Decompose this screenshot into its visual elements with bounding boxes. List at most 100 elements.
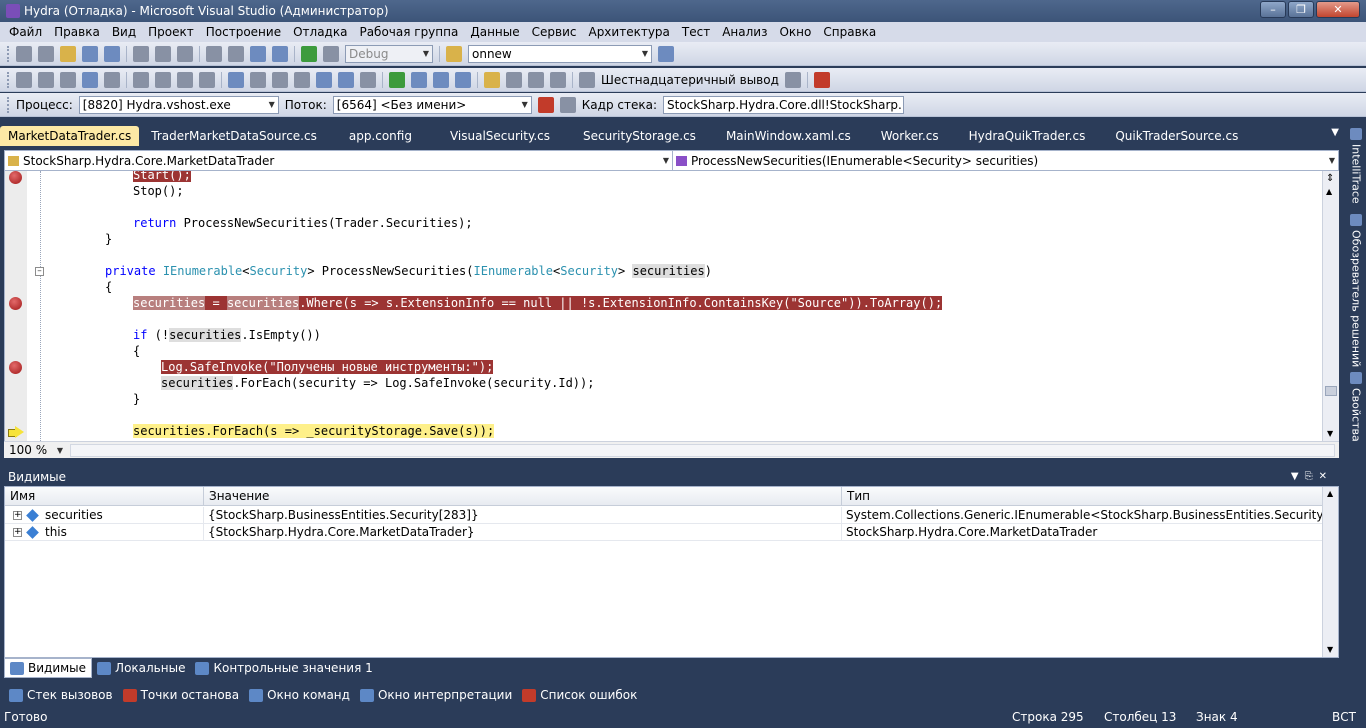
attach-icon[interactable]	[323, 45, 339, 62]
pin-icon[interactable]: ⎘	[1305, 471, 1319, 482]
save-icon[interactable]	[82, 45, 98, 62]
tab-command-window[interactable]: Окно команд	[244, 685, 355, 705]
flag-thread-icon[interactable]	[537, 96, 554, 113]
scroll-up-icon[interactable]: ▲	[1326, 187, 1332, 196]
tab-breakpoints[interactable]: Точки останова	[118, 685, 245, 705]
increase-indent-icon[interactable]	[155, 71, 171, 88]
menu-edit[interactable]: Правка	[48, 25, 106, 39]
solution-explorer-icon[interactable]	[658, 45, 674, 62]
table-row[interactable]: + securities {StockSharp.BusinessEntities…	[5, 507, 1323, 524]
clear-bookmarks-icon[interactable]	[338, 71, 354, 88]
collapse-toggle-icon[interactable]: –	[35, 267, 44, 276]
tab-quiktradersource[interactable]: QuikTraderSource.cs	[1100, 126, 1253, 146]
save-all-icon[interactable]	[104, 45, 120, 62]
font-icon[interactable]	[82, 71, 98, 88]
hex-display-label[interactable]: Шестнадцатеричный вывод	[601, 73, 779, 87]
tab-marketdatatrader[interactable]: MarketDataTrader.cs	[0, 126, 140, 146]
tab-watch-1[interactable]: Контрольные значения 1	[190, 658, 377, 678]
next-bookmark-folder-icon[interactable]	[316, 71, 332, 88]
object-browser-icon[interactable]	[38, 71, 54, 88]
window-position-icon[interactable]: ▼	[1291, 471, 1305, 482]
comment-icon[interactable]	[177, 71, 193, 88]
scroll-thumb[interactable]	[1325, 386, 1337, 396]
new-project-icon[interactable]	[16, 45, 32, 62]
process-select[interactable]: [8820] Hydra.vshost.exe ▼	[78, 95, 279, 114]
menu-debug[interactable]: Отладка	[287, 25, 353, 39]
editor-horizontal-scrollbar[interactable]	[70, 443, 1335, 457]
menu-window[interactable]: Окно	[773, 25, 817, 39]
find-in-files-icon[interactable]	[446, 45, 462, 62]
dock-tab-solution-explorer[interactable]: Обозреватель решений	[1348, 214, 1364, 367]
table-row[interactable]: + this {StockSharp.Hydra.Core.MarketDataT…	[5, 524, 1323, 541]
editor-vertical-scrollbar[interactable]: ⇕ ▲ ▼	[1322, 171, 1339, 441]
col-name[interactable]: Имя	[5, 487, 204, 506]
stop-debugging-icon[interactable]	[433, 71, 449, 88]
menu-file[interactable]: Файл	[3, 25, 48, 39]
bookmark-icon[interactable]	[228, 71, 244, 88]
col-type[interactable]: Тип	[842, 487, 1323, 506]
class-view-icon[interactable]	[16, 71, 32, 88]
member-select[interactable]: ProcessNewSecurities(IEnumerable<Securit…	[673, 151, 1338, 170]
menu-build[interactable]: Построение	[200, 25, 287, 39]
scroll-down-icon[interactable]: ▼	[1327, 429, 1333, 438]
close-button[interactable]: ✕	[1316, 1, 1360, 18]
minimize-button[interactable]: –	[1260, 1, 1286, 18]
break-all-icon[interactable]	[411, 71, 427, 88]
breakpoints-icon[interactable]	[813, 71, 830, 88]
tab-locals[interactable]: Локальные	[92, 658, 190, 678]
open-folder-icon[interactable]	[60, 45, 76, 62]
show-next-statement-icon[interactable]	[484, 71, 500, 88]
menu-test[interactable]: Тест	[676, 25, 716, 39]
next-bookmark-icon[interactable]	[272, 71, 288, 88]
tab-visualsecurity[interactable]: VisualSecurity.cs	[432, 126, 568, 146]
grid-vertical-scrollbar[interactable]: ▲ ▼	[1322, 487, 1338, 657]
redo-icon[interactable]	[228, 45, 244, 62]
panel-close-icon[interactable]: ✕	[1319, 471, 1333, 482]
code-editor[interactable]: – Start(); Stop(); return ProcessNewSecu…	[4, 171, 1339, 441]
menu-project[interactable]: Проект	[142, 25, 200, 39]
tab-securitystorage[interactable]: SecurityStorage.cs	[568, 126, 711, 146]
step-into-icon[interactable]	[506, 71, 522, 88]
tab-autos[interactable]: Видимые	[4, 658, 93, 678]
var-value[interactable]: {StockSharp.BusinessEntities.Security[28…	[204, 507, 842, 524]
prev-bookmark-folder-icon[interactable]	[294, 71, 310, 88]
tab-list-icon[interactable]: ▼	[1331, 127, 1339, 138]
stack-frame-select[interactable]: StockSharp.Hydra.Core.dll!StockSharp.Hyd…	[663, 95, 904, 114]
decrease-indent-icon[interactable]	[133, 71, 149, 88]
breakpoint-icon[interactable]	[9, 297, 22, 310]
expand-icon[interactable]: +	[13, 528, 22, 537]
type-select[interactable]: StockSharp.Hydra.Core.MarketDataTrader ▼	[5, 151, 673, 170]
options-icon[interactable]	[360, 71, 376, 88]
tab-tradermarketdatasource[interactable]: TraderMarketDataSource.cs	[139, 126, 329, 146]
tab-worker[interactable]: Worker.cs	[866, 126, 954, 146]
menu-analyze[interactable]: Анализ	[716, 25, 773, 39]
menu-architecture[interactable]: Архитектура	[582, 25, 675, 39]
tab-mainwindow[interactable]: MainWindow.xaml.cs	[711, 126, 866, 146]
zoom-select[interactable]: 100 % ▼	[6, 442, 66, 458]
menu-help[interactable]: Справка	[817, 25, 882, 39]
menu-team[interactable]: Рабочая группа	[353, 25, 464, 39]
tab-immediate-window[interactable]: Окно интерпретации	[355, 685, 517, 705]
tool-icon[interactable]	[60, 71, 76, 88]
show-flagged-threads-icon[interactable]	[559, 96, 576, 113]
var-value[interactable]: {StockSharp.Hydra.Core.MarketDataTrader}	[204, 524, 842, 541]
scroll-up-icon[interactable]: ▲	[1327, 489, 1333, 498]
threads-icon[interactable]	[784, 71, 801, 88]
prev-bookmark-icon[interactable]	[250, 71, 266, 88]
navigate-forward-icon[interactable]	[272, 45, 288, 62]
paste-icon[interactable]	[177, 45, 193, 62]
undo-icon[interactable]	[206, 45, 222, 62]
restart-icon[interactable]	[455, 71, 471, 88]
restore-button[interactable]: ❐	[1288, 1, 1314, 18]
add-item-icon[interactable]	[38, 45, 54, 62]
quick-watch-icon[interactable]	[579, 71, 595, 88]
navigate-backward-icon[interactable]	[250, 45, 266, 62]
start-debugging-icon[interactable]	[301, 45, 317, 62]
uncomment-icon[interactable]	[199, 71, 215, 88]
thread-select[interactable]: [6564] <Без имени> ▼	[332, 95, 532, 114]
step-out-icon[interactable]	[550, 71, 566, 88]
list-members-icon[interactable]	[104, 71, 120, 88]
dock-tab-properties[interactable]: Свойства	[1348, 372, 1364, 442]
continue-icon[interactable]	[389, 71, 405, 88]
step-over-icon[interactable]	[528, 71, 544, 88]
